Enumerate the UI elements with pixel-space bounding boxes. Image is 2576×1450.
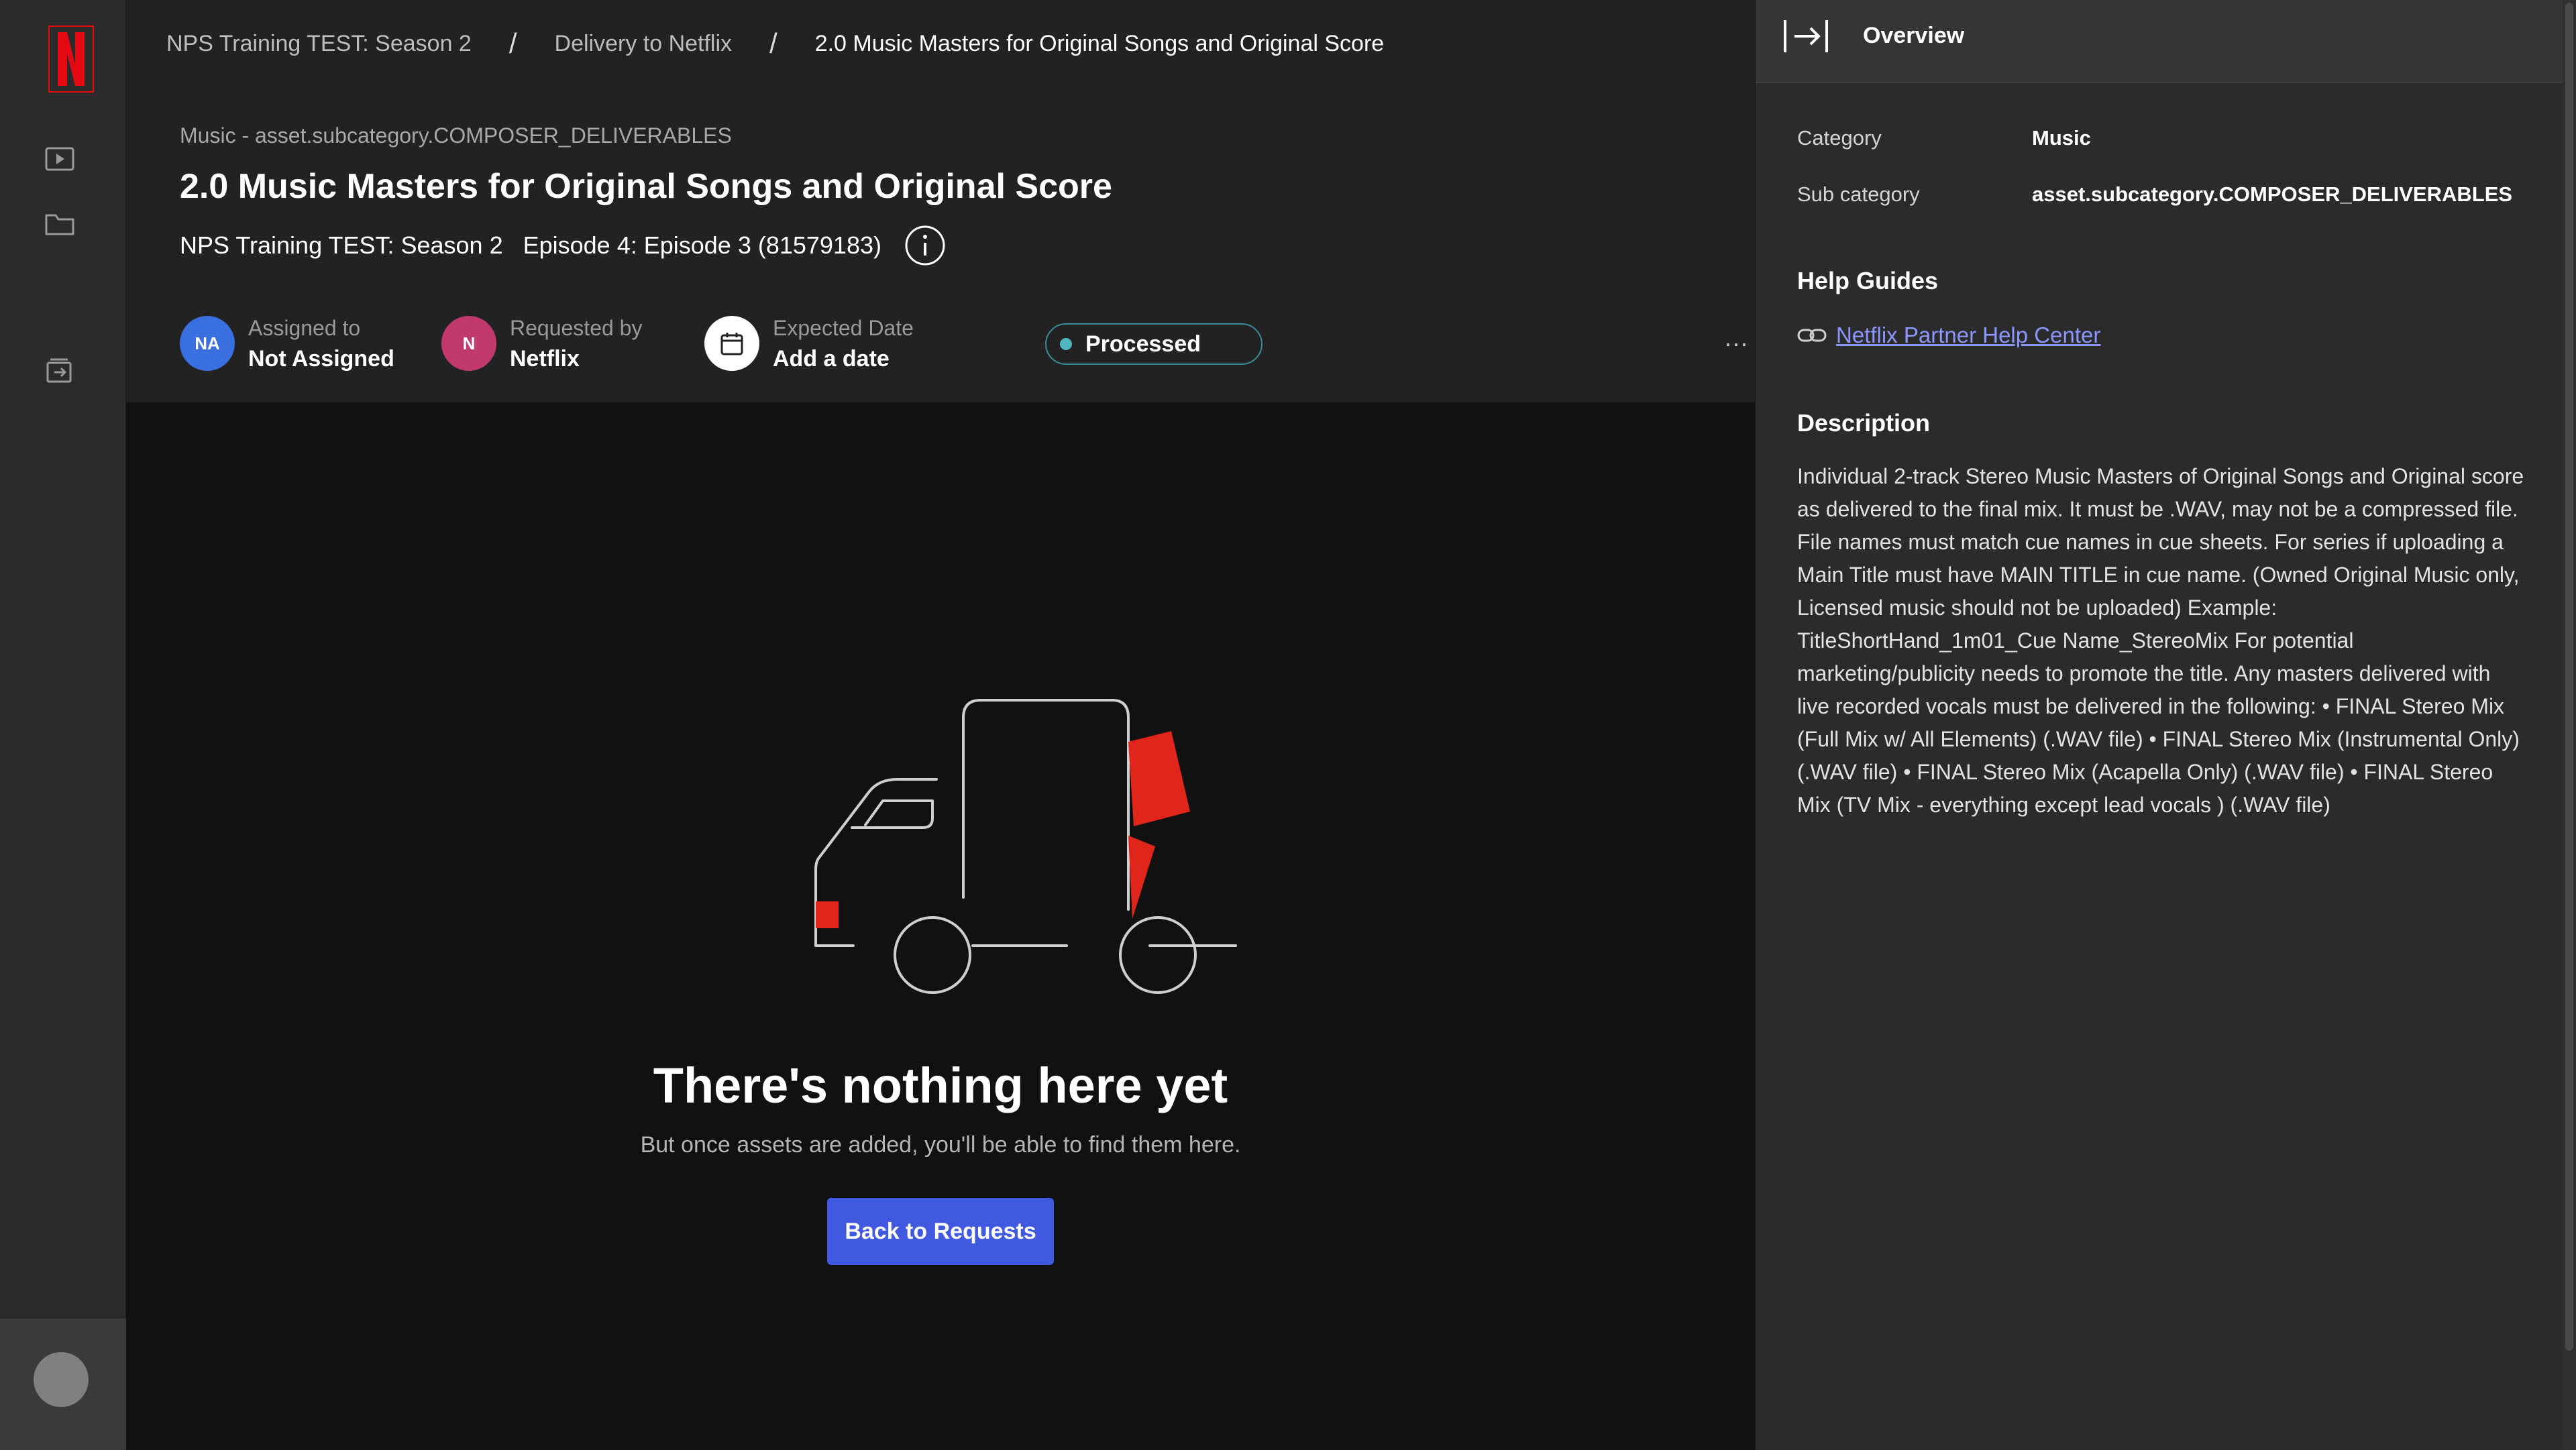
user-section	[0, 1319, 126, 1450]
help-center-link[interactable]: Netflix Partner Help Center	[1797, 321, 2100, 350]
assigned-value: Not Assigned	[248, 346, 394, 372]
help-guides-title: Help Guides	[1797, 267, 1939, 294]
breadcrumb-item-show[interactable]: NPS Training TEST: Season 2	[166, 31, 472, 57]
folder-icon[interactable]	[43, 208, 76, 241]
delivery-truck-illustration	[814, 699, 1237, 994]
panel-header: Overview	[1756, 0, 2563, 83]
add-date-link[interactable]: Add a date	[773, 343, 914, 374]
subcategory-value: asset.subcategory.COMPOSER_DELIVERABLES	[2032, 182, 2513, 206]
requested-value: Netflix	[510, 346, 580, 372]
breadcrumb: NPS Training TEST: Season 2 / Delivery t…	[166, 27, 1384, 60]
category-label: Category	[1797, 126, 1882, 150]
assignee-avatar: NA	[180, 316, 235, 371]
breadcrumb-item-delivery[interactable]: Delivery to Netflix	[555, 31, 733, 57]
status-label: Processed	[1085, 331, 1201, 357]
play-icon[interactable]	[43, 142, 76, 176]
breadcrumb-separator: /	[769, 27, 777, 59]
category-value: Music	[2032, 126, 2091, 150]
show-name: NPS Training TEST: Season 2	[180, 231, 503, 259]
assigned-to[interactable]: NA Assigned to Not Assigned	[180, 310, 394, 377]
breadcrumb-item-current: 2.0 Music Masters for Original Songs and…	[814, 30, 1385, 56]
panel-title: Overview	[1863, 23, 1965, 48]
description-title: Description	[1797, 409, 1931, 437]
deliveries-icon[interactable]	[43, 354, 76, 388]
scrollbar-thumb[interactable]	[2565, 3, 2573, 1351]
user-avatar[interactable]	[34, 1352, 89, 1407]
episode-name: Episode 4: Episode 3 (81579183)	[523, 231, 881, 259]
collapse-panel-icon[interactable]	[1782, 19, 1829, 54]
left-nav-rail	[0, 0, 126, 1450]
asset-header: NPS Training TEST: Season 2 / Delivery t…	[126, 0, 1755, 402]
status-badge: Processed	[1045, 323, 1263, 365]
more-icon[interactable]: ···	[1716, 323, 1756, 364]
requested-label: Requested by	[510, 316, 643, 340]
link-icon	[1797, 329, 1827, 342]
status-dot	[1060, 338, 1072, 350]
expected-date[interactable]: Expected Date Add a date	[704, 310, 914, 377]
info-icon[interactable]	[904, 225, 946, 266]
empty-state-subtitle: But once assets are added, you'll be abl…	[640, 1132, 1241, 1158]
netflix-logo[interactable]	[48, 25, 94, 93]
expected-date-label: Expected Date	[773, 316, 914, 340]
calendar-icon[interactable]	[704, 316, 759, 371]
empty-state: There's nothing here yet But once assets…	[126, 402, 1755, 1450]
overview-panel: Overview Category Music Sub category ass…	[1755, 0, 2576, 1450]
empty-state-title: There's nothing here yet	[653, 1058, 1228, 1113]
assigned-label: Assigned to	[248, 316, 361, 340]
title-meta: NPS Training TEST: Season 2 Episode 4: E…	[180, 219, 946, 272]
page-title: 2.0 Music Masters for Original Songs and…	[180, 167, 1112, 206]
panel-scrollbar[interactable]	[2563, 0, 2576, 1450]
help-center-link-label[interactable]: Netflix Partner Help Center	[1836, 323, 2100, 348]
subcategory-label: Sub category	[1797, 182, 1920, 206]
requested-by: N Requested by Netflix	[441, 310, 642, 377]
breadcrumb-separator: /	[508, 27, 517, 59]
requester-avatar: N	[441, 316, 496, 371]
app-window: NPS Training TEST: Season 2 / Delivery t…	[0, 0, 2576, 1450]
description-text: Individual 2-track Stereo Music Masters …	[1797, 464, 2524, 817]
asset-subcategory: Music - asset.subcategory.COMPOSER_DELIV…	[180, 123, 732, 148]
asset-meta-row: NA Assigned to Not Assigned N Requested …	[180, 310, 1748, 377]
back-to-requests-button[interactable]: Back to Requests	[827, 1198, 1054, 1265]
